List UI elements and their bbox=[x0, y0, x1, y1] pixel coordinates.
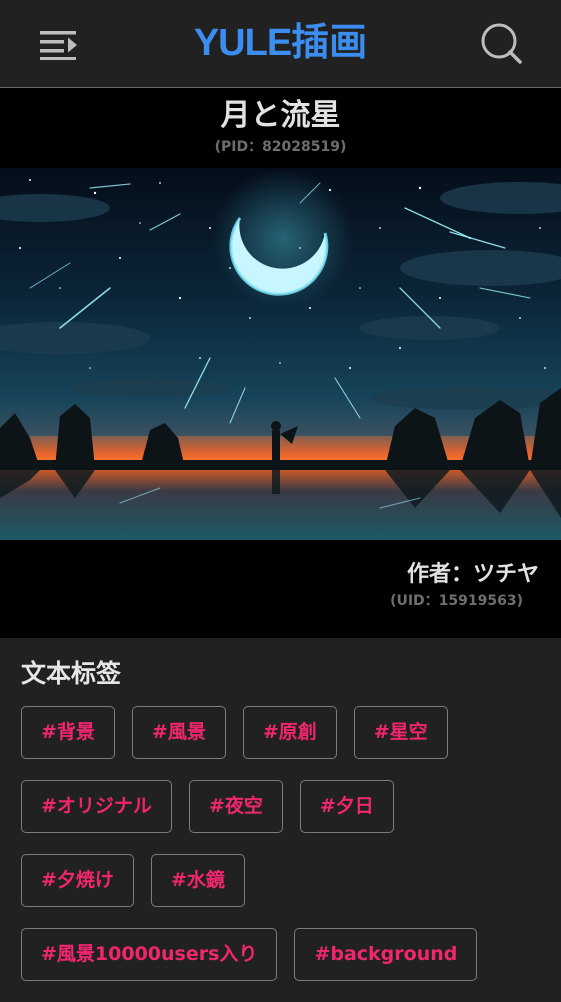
tag-chip[interactable]: #星空 bbox=[353, 706, 448, 759]
tag-chip[interactable]: #風景 bbox=[131, 706, 226, 759]
tag-chip[interactable]: #風景10000users入り bbox=[21, 928, 278, 981]
logo-latin: YULE bbox=[193, 22, 292, 64]
work-title-block: 月と流星 (PID：82028519) bbox=[0, 88, 561, 168]
author-name[interactable]: 作者：ツチヤ bbox=[407, 556, 539, 588]
tag-row: #夕焼け #水鏡 bbox=[21, 854, 561, 928]
work-title: 月と流星 bbox=[220, 98, 341, 133]
tag-row: #風景10000users入り #background bbox=[21, 928, 561, 1002]
tag-chip[interactable]: #オリジナル bbox=[21, 780, 172, 833]
tag-row: #オリジナル #夜空 #夕日 bbox=[21, 780, 561, 854]
tag-chip[interactable]: #水鏡 bbox=[150, 854, 245, 907]
author-block: 作者：ツチヤ (UID：15919563) bbox=[0, 540, 561, 638]
tag-chip[interactable]: #夕焼け bbox=[21, 854, 134, 907]
tag-row: #背景 #風景 #原創 #星空 bbox=[21, 706, 561, 780]
app-logo[interactable]: YULE插画 bbox=[0, 18, 561, 67]
tag-chip[interactable]: #背景 bbox=[21, 706, 115, 759]
author-uid: (UID：15919563) bbox=[390, 593, 523, 609]
work-pid: (PID：82028519) bbox=[214, 139, 347, 155]
top-bar: YULE插画 bbox=[0, 0, 561, 88]
tag-chip[interactable]: #夕日 bbox=[299, 780, 394, 833]
artwork-image[interactable] bbox=[0, 168, 561, 540]
tag-chip[interactable]: #原創 bbox=[242, 706, 337, 759]
logo-cjk: 插画 bbox=[291, 20, 368, 64]
tag-chip[interactable]: #夜空 bbox=[188, 780, 283, 833]
tag-chip[interactable]: #background bbox=[294, 928, 478, 981]
search-icon[interactable] bbox=[480, 22, 524, 66]
tags-section: 文本标签 #背景 #風景 #原創 #星空 #オリジナル #夜空 #夕日 #夕焼け #水鏡 #… bbox=[0, 638, 561, 1002]
tags-section-title: 文本标签 bbox=[21, 659, 122, 688]
